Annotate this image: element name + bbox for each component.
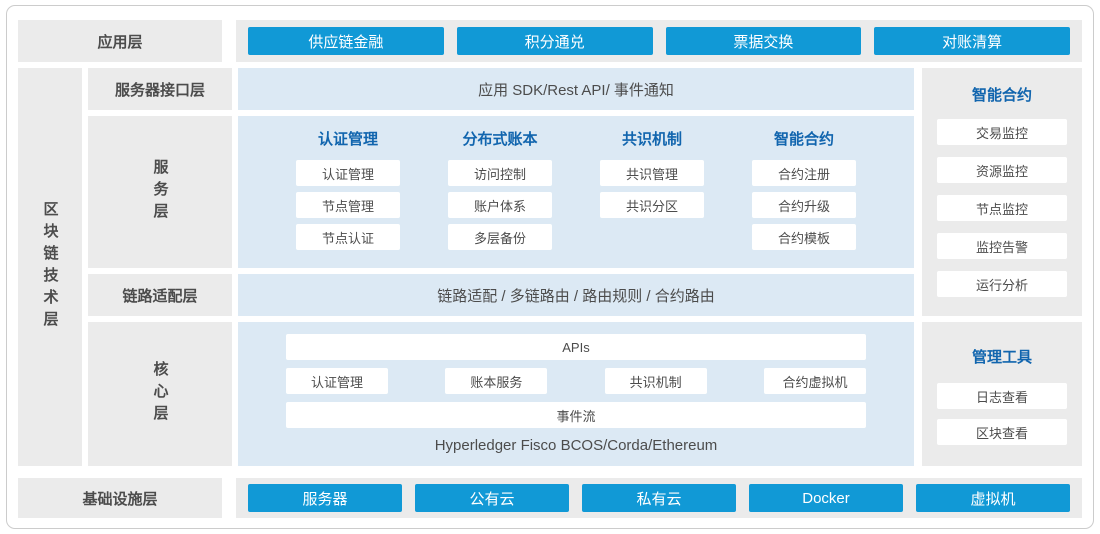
core-module-chip: 认证管理 bbox=[286, 368, 388, 394]
service-group-auth: 认证管理 认证管理 节点管理 节点认证 bbox=[296, 130, 400, 268]
infra-layer-label: 基础设施层 bbox=[18, 478, 222, 518]
blockchain-tech-layer-label: 区块链技术层 bbox=[18, 68, 82, 466]
service-group-title: 分布式账本 bbox=[448, 130, 552, 150]
platforms-text: Hyperledger Fisco BCOS/Corda/Ethereum bbox=[286, 437, 866, 454]
monitor-panel-title: 智能合约 bbox=[972, 84, 1032, 105]
monitor-panel: 智能合约 交易监控 资源监控 节点监控 监控告警 运行分析 bbox=[922, 68, 1082, 316]
infra-button-private-cloud[interactable]: 私有云 bbox=[582, 484, 736, 512]
core-layer-panel: APIs 认证管理 账本服务 共识机制 合约虚拟机 事件流 Hyperledge… bbox=[238, 322, 914, 466]
service-group-title: 智能合约 bbox=[752, 130, 856, 150]
infra-button-docker[interactable]: Docker bbox=[749, 484, 903, 512]
interface-layer-label: 服务器接口层 bbox=[88, 68, 232, 110]
tools-items: 日志查看 区块查看 bbox=[937, 383, 1067, 445]
monitor-chip: 交易监控 bbox=[937, 119, 1067, 145]
app-button-bill-exchange[interactable]: 票据交换 bbox=[666, 27, 862, 55]
service-chip: 合约模板 bbox=[752, 224, 856, 250]
core-layer-inner: APIs 认证管理 账本服务 共识机制 合约虚拟机 事件流 Hyperledge… bbox=[286, 322, 866, 454]
service-chip: 多层备份 bbox=[448, 224, 552, 250]
link-adapt-strip: 链路适配 / 多链路由 / 路由规则 / 合约路由 bbox=[238, 274, 914, 316]
app-layer-strip: 供应链金融 积分通兑 票据交换 对账清算 bbox=[236, 20, 1082, 62]
service-chip: 认证管理 bbox=[296, 160, 400, 186]
service-layer-panel: 认证管理 认证管理 节点管理 节点认证 分布式账本 访问控制 账户体系 多层备份… bbox=[238, 116, 914, 268]
infra-button-public-cloud[interactable]: 公有云 bbox=[415, 484, 569, 512]
tools-panel: 管理工具 日志查看 区块查看 bbox=[922, 322, 1082, 466]
app-layer-label: 应用层 bbox=[18, 20, 222, 62]
tools-panel-title: 管理工具 bbox=[972, 346, 1032, 367]
link-adapt-layer-label: 链路适配层 bbox=[88, 274, 232, 316]
app-button-reconciliation-clearing[interactable]: 对账清算 bbox=[874, 27, 1070, 55]
monitor-chip: 监控告警 bbox=[937, 233, 1067, 259]
service-chip: 账户体系 bbox=[448, 192, 552, 218]
core-module-chip: 共识机制 bbox=[605, 368, 707, 394]
service-layer-text: 服务层 bbox=[153, 159, 168, 225]
tools-chip: 日志查看 bbox=[937, 383, 1067, 409]
event-stream-bar: 事件流 bbox=[286, 402, 866, 428]
blockchain-tech-layer-text: 区块链技术层 bbox=[43, 201, 58, 333]
app-button-supply-chain-finance[interactable]: 供应链金融 bbox=[248, 27, 444, 55]
service-group-ledger: 分布式账本 访问控制 账户体系 多层备份 bbox=[448, 130, 552, 268]
service-chip: 共识分区 bbox=[600, 192, 704, 218]
apis-bar: APIs bbox=[286, 334, 866, 360]
tools-chip: 区块查看 bbox=[937, 419, 1067, 445]
monitor-items: 交易监控 资源监控 节点监控 监控告警 运行分析 bbox=[937, 119, 1067, 297]
service-chip: 共识管理 bbox=[600, 160, 704, 186]
core-layer-text: 核心层 bbox=[153, 361, 168, 427]
core-module-chip: 合约虚拟机 bbox=[764, 368, 866, 394]
service-group-title: 认证管理 bbox=[296, 130, 400, 150]
core-layer-label: 核心层 bbox=[88, 322, 232, 466]
architecture-diagram: 应用层 供应链金融 积分通兑 票据交换 对账清算 区块链技术层 服务器接口层 服… bbox=[0, 0, 1100, 534]
service-chip: 访问控制 bbox=[448, 160, 552, 186]
monitor-chip: 运行分析 bbox=[937, 271, 1067, 297]
service-group-title: 共识机制 bbox=[600, 130, 704, 150]
service-group-smart-contract: 智能合约 合约注册 合约升级 合约模板 bbox=[752, 130, 856, 268]
service-chip: 合约注册 bbox=[752, 160, 856, 186]
core-modules-row: 认证管理 账本服务 共识机制 合约虚拟机 bbox=[286, 368, 866, 394]
infra-button-server[interactable]: 服务器 bbox=[248, 484, 402, 512]
service-layer-label: 服务层 bbox=[88, 116, 232, 268]
sdk-api-strip: 应用 SDK/Rest API/ 事件通知 bbox=[238, 68, 914, 110]
monitor-chip: 节点监控 bbox=[937, 195, 1067, 221]
infra-layer-strip: 服务器 公有云 私有云 Docker 虚拟机 bbox=[236, 478, 1082, 518]
service-group-consensus: 共识机制 共识管理 共识分区 bbox=[600, 130, 704, 268]
service-chip: 节点管理 bbox=[296, 192, 400, 218]
service-chip: 合约升级 bbox=[752, 192, 856, 218]
core-module-chip: 账本服务 bbox=[445, 368, 547, 394]
app-button-points-exchange[interactable]: 积分通兑 bbox=[457, 27, 653, 55]
infra-button-vm[interactable]: 虚拟机 bbox=[916, 484, 1070, 512]
monitor-chip: 资源监控 bbox=[937, 157, 1067, 183]
service-chip: 节点认证 bbox=[296, 224, 400, 250]
